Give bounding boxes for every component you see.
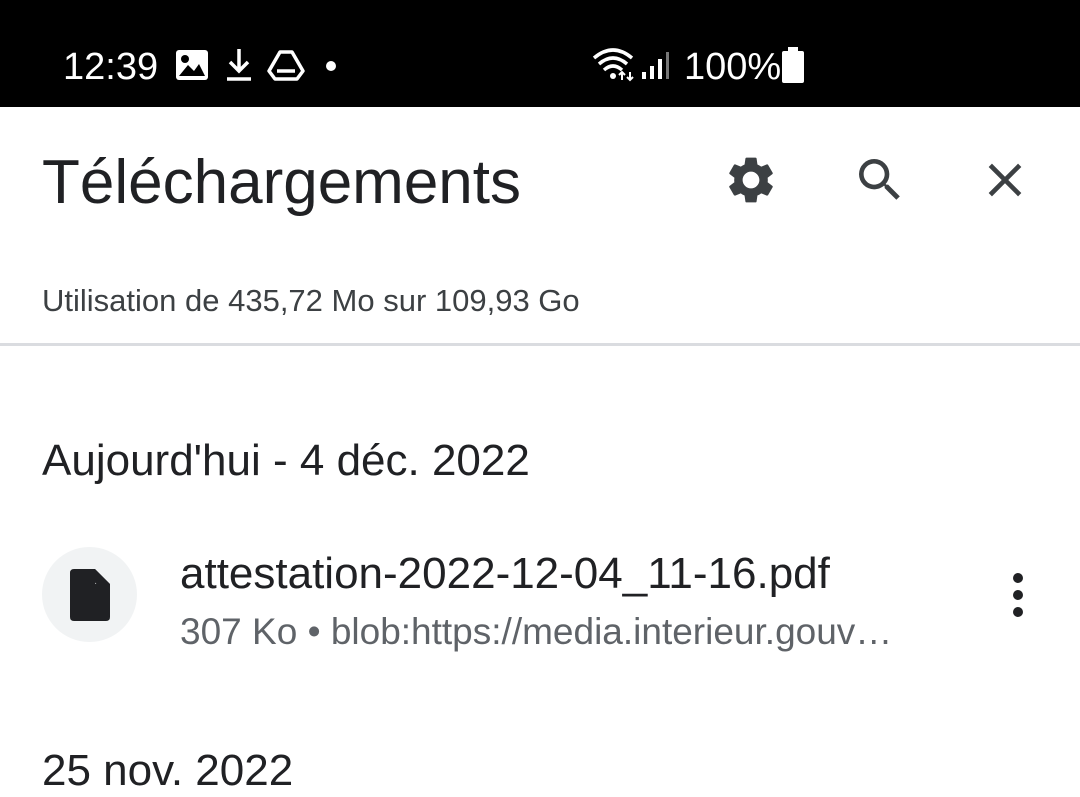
settings-button[interactable] xyxy=(711,140,791,220)
download-list-item[interactable]: attestation-2022-12-04_11-16.pdf 307 Ko … xyxy=(0,530,1080,660)
close-button[interactable] xyxy=(965,140,1045,220)
file-size: 307 Ko xyxy=(180,611,298,652)
search-button[interactable] xyxy=(840,140,920,220)
image-icon xyxy=(176,50,208,80)
battery-percentage: 100% xyxy=(684,46,782,88)
meta-separator: • xyxy=(307,611,321,652)
close-icon xyxy=(988,163,1022,197)
battery-icon xyxy=(782,47,804,83)
notification-dot-icon xyxy=(326,61,336,71)
settings-icon xyxy=(729,157,773,203)
drive-icon xyxy=(267,50,305,81)
file-source: blob:https://media.interieur.gouv… xyxy=(330,611,893,652)
more-options-button[interactable] xyxy=(978,555,1058,635)
more-vert-icon xyxy=(1013,573,1023,617)
status-bar: 12:39 100% xyxy=(0,0,1080,107)
page-title: Téléchargements xyxy=(42,148,522,217)
file-name: attestation-2022-12-04_11-16.pdf xyxy=(180,549,830,598)
status-time: 12:39 xyxy=(63,46,159,88)
section-date-header: 25 nov. 2022 xyxy=(42,746,294,795)
file-icon xyxy=(69,568,110,621)
file-thumbnail xyxy=(42,547,137,642)
download-icon xyxy=(227,49,251,81)
wifi-icon xyxy=(592,48,634,82)
signal-icon xyxy=(642,52,669,79)
file-metadata: 307 Ko • blob:https://media.interieur.go… xyxy=(180,610,950,654)
app-bar: Téléchargements xyxy=(0,107,1080,257)
divider xyxy=(0,343,1080,346)
search-icon xyxy=(859,159,900,200)
section-date-header: Aujourd'hui - 4 déc. 2022 xyxy=(42,436,530,485)
storage-usage-text: Utilisation de 435,72 Mo sur 109,93 Go xyxy=(42,283,580,318)
